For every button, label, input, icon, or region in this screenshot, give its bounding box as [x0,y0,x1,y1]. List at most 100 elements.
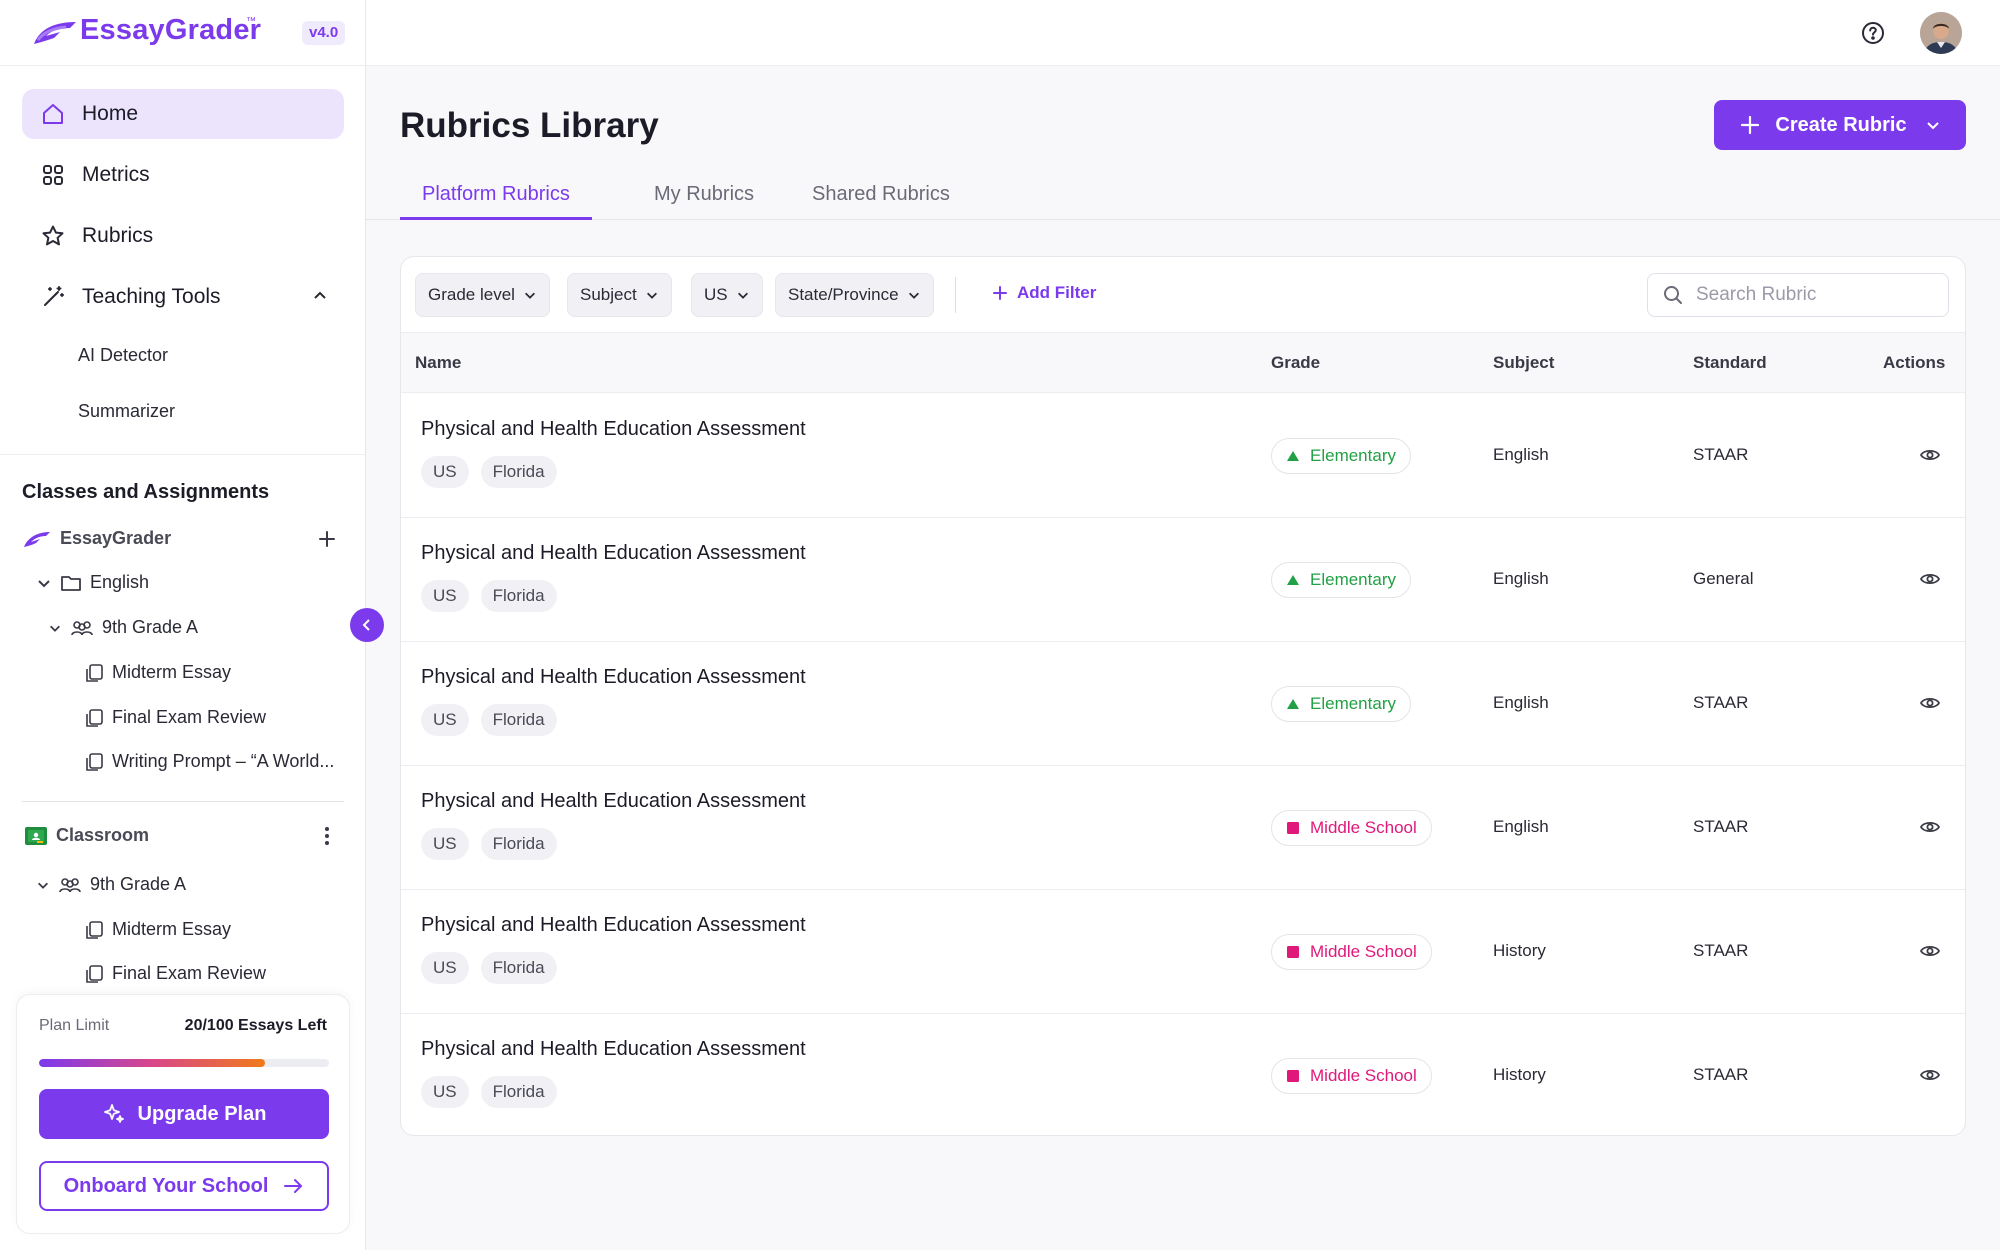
tab-platform-rubrics[interactable]: Platform Rubrics [400,180,592,220]
grade-label: Elementary [1310,570,1396,589]
assignment-item[interactable]: Writing Prompt – “A World... [84,751,334,772]
brand-header: EssayGrader ™ v4.0 [0,0,366,66]
rubric-tag: US [421,704,469,736]
table-row[interactable]: Physical and Health Education Assessment… [401,518,1965,642]
nav-teaching-tools[interactable]: Teaching Tools [22,272,344,322]
eye-icon[interactable] [1919,444,1941,466]
column-subject[interactable]: Subject [1493,353,1554,373]
rubric-name[interactable]: Physical and Health Education Assessment [421,1038,806,1061]
tab-my-rubrics[interactable]: My Rubrics [632,180,776,220]
table-row[interactable]: Physical and Health Education Assessment… [401,642,1965,766]
nav-rubrics[interactable]: Rubrics [22,211,344,261]
eye-icon[interactable] [1919,940,1941,962]
class-9th-grade-a-label: 9th Grade A [90,874,187,894]
nav-ai-detector[interactable]: AI Detector [78,345,168,366]
add-filter-button[interactable]: Add Filter [991,283,1096,303]
rubric-tags: US Florida [421,952,557,984]
document-copy-icon [84,752,104,772]
create-rubric-label: Create Rubric [1775,113,1907,136]
filter-state-province[interactable]: State/Province [775,273,934,317]
table-header: Name Grade Subject Standard Actions [401,333,1965,393]
column-actions: Actions [1883,353,1946,372]
rubric-name[interactable]: Physical and Health Education Assessment [421,418,806,441]
grade-label: Elementary [1310,694,1396,713]
search-box [1647,273,1949,317]
chevron-down-icon [737,292,748,299]
filter-subject[interactable]: Subject [567,273,672,317]
square-icon [1287,946,1299,958]
assignment-item[interactable]: Midterm Essay [84,919,231,940]
avatar[interactable] [1920,12,1962,54]
version-badge: v4.0 [302,21,346,45]
nav-metrics-label: Metrics [82,163,150,186]
nav-home[interactable]: Home [22,89,344,139]
filter-grade-level[interactable]: Grade level [415,273,550,317]
rubric-tag: Florida [480,1076,557,1108]
upgrade-plan-button[interactable]: Upgrade Plan [39,1089,329,1139]
collapse-sidebar-button[interactable] [350,608,384,642]
assignment-item[interactable]: Midterm Essay [84,662,231,683]
eye-icon[interactable] [1919,816,1941,838]
search-input[interactable] [1696,284,1936,306]
section-divider [0,454,366,455]
column-name[interactable]: Name [415,353,461,373]
eye-icon[interactable] [1919,1064,1941,1086]
home-icon [40,101,66,127]
rubric-tag: US [421,456,469,488]
eye-icon[interactable] [1919,692,1941,714]
square-icon [1287,822,1299,834]
rubric-subject: English [1493,693,1549,712]
rubric-standard: STAAR [1693,693,1749,712]
rubric-name[interactable]: Physical and Health Education Assessment [421,790,806,813]
help-icon[interactable] [1860,20,1886,46]
document-copy-icon [84,663,104,683]
plan-essays-left: 20/100 Essays Left [184,1017,327,1034]
tab-shared-rubrics[interactable]: Shared Rubrics [790,180,972,220]
table-row[interactable]: Physical and Health Education Assessment… [401,394,1965,518]
add-plus-icon[interactable] [316,528,338,550]
rubric-name[interactable]: Physical and Health Education Assessment [421,666,806,689]
table-row[interactable]: Physical and Health Education Assessment… [401,1014,1965,1135]
rubric-name[interactable]: Physical and Health Education Assessment [421,914,806,937]
plan-limit-label: Plan Limit [39,1017,110,1034]
group-classroom[interactable]: Classroom [24,825,149,846]
onboard-school-button[interactable]: Onboard Your School [39,1161,329,1211]
assignment-item[interactable]: Final Exam Review [84,707,266,728]
nav-metrics[interactable]: Metrics [22,150,344,200]
magic-wand-icon [40,284,66,310]
group-essaygrader[interactable]: EssayGrader [22,528,171,549]
class-9th-grade-a[interactable]: 9th Grade A [36,874,186,895]
trademark: ™ [246,16,256,27]
grade-badge: Elementary [1271,686,1411,722]
column-grade[interactable]: Grade [1271,353,1320,373]
rubric-tag: US [421,580,469,612]
rubric-subject: English [1493,445,1549,464]
rubric-name[interactable]: Physical and Health Education Assessment [421,542,806,565]
filter-subject-label: Subject [580,285,637,304]
assignment-item[interactable]: Final Exam Review [84,963,266,984]
table-row[interactable]: Physical and Health Education Assessment… [401,890,1965,1014]
eye-icon[interactable] [1919,568,1941,590]
folder-english[interactable]: English [36,572,149,593]
chevron-down-icon [524,292,535,299]
search-icon [1664,286,1682,304]
table-row[interactable]: Physical and Health Education Assessment… [401,766,1965,890]
class-9th-grade-a[interactable]: 9th Grade A [48,617,198,638]
chevron-down-icon [646,292,657,299]
nav-summarizer[interactable]: Summarizer [78,401,175,422]
rubric-tags: US Florida [421,1076,557,1108]
grade-badge: Elementary [1271,438,1411,474]
sparkles-icon [103,1104,124,1123]
plus-icon [1741,115,1760,135]
create-rubric-button[interactable]: Create Rubric [1714,100,1966,150]
plus-icon [993,286,1007,300]
tree-divider [22,801,344,802]
document-copy-icon [84,964,104,984]
grade-badge: Middle School [1271,1058,1432,1094]
grade-badge: Middle School [1271,810,1432,846]
plan-progress-fill [39,1059,266,1067]
more-vertical-icon[interactable] [318,825,336,847]
triangle-icon [1287,699,1299,709]
column-standard[interactable]: Standard [1693,353,1767,373]
filter-country[interactable]: US [691,273,763,317]
